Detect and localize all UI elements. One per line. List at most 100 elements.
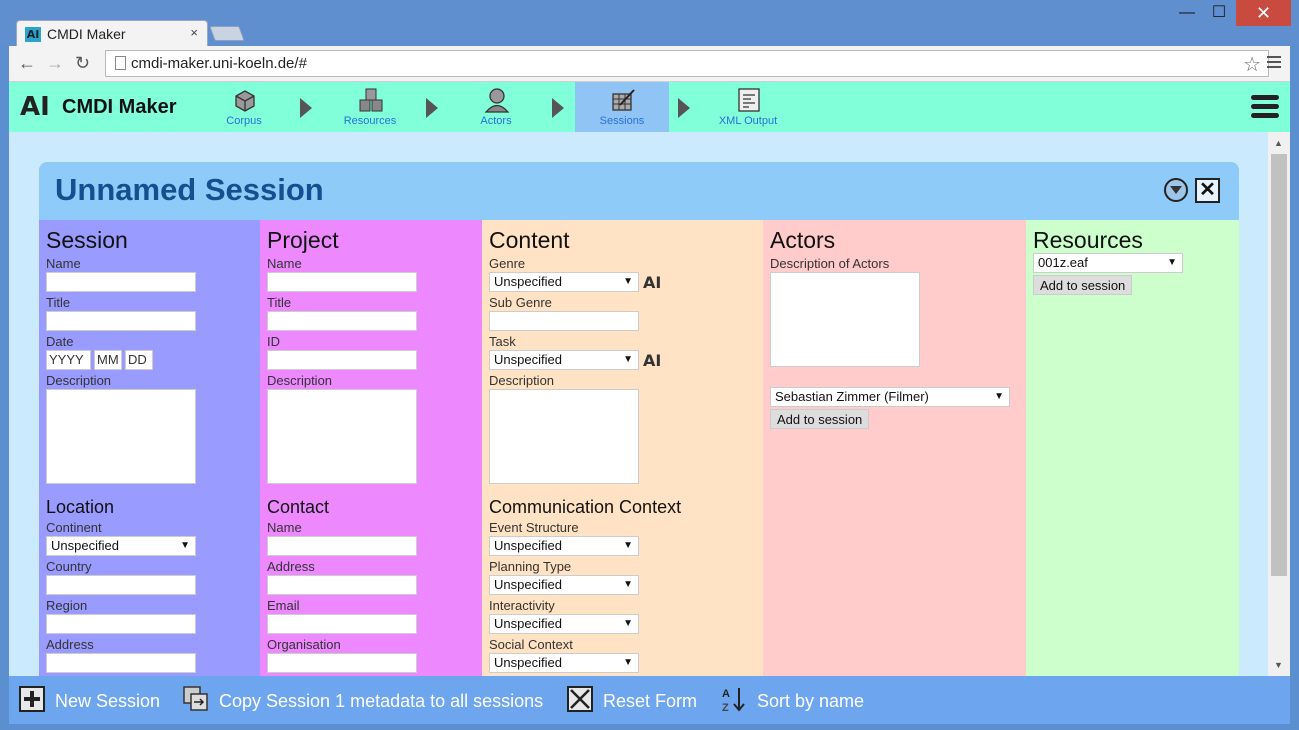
copy-icon [183, 686, 208, 711]
bookmark-star-icon[interactable]: ☆ [1243, 52, 1261, 77]
actors-heading: Actors [770, 227, 836, 253]
date-day-input[interactable]: DD [125, 350, 153, 370]
session-title-input[interactable] [46, 311, 196, 331]
nav-label: XML Output [718, 115, 778, 127]
dropdown-caret-icon: ▼ [623, 657, 633, 668]
nav-label: Sessions [599, 115, 645, 127]
tab-close-icon[interactable]: × [190, 25, 198, 40]
task-suggest-icon[interactable]: AI [643, 351, 661, 370]
window-minimize-button[interactable]: — [1170, 0, 1204, 26]
reload-icon[interactable]: ↻ [75, 53, 90, 74]
region-input[interactable] [46, 614, 196, 634]
session-name-input[interactable] [46, 272, 196, 292]
actor-select[interactable]: Sebastian Zimmer (Filmer) ▼ [770, 387, 1010, 407]
contact-name-input[interactable] [267, 536, 417, 556]
nav-arrow-icon [678, 98, 690, 118]
back-arrow-icon[interactable]: ← [18, 53, 36, 74]
app-menu-icon[interactable] [1251, 95, 1279, 122]
nav-actors[interactable]: Actors [449, 82, 543, 132]
contact-address-input[interactable] [267, 575, 417, 595]
nav-resources[interactable]: Resources [323, 82, 417, 132]
delete-session-icon[interactable]: ✕ [1195, 178, 1220, 203]
address-label: Address [46, 637, 94, 652]
vertical-scrollbar[interactable]: ▲ ▼ [1268, 132, 1290, 676]
project-name-input[interactable] [267, 272, 417, 292]
collapse-session-icon[interactable] [1164, 178, 1188, 202]
planning-type-value: Unspecified [494, 577, 562, 592]
forward-arrow-icon[interactable]: → [46, 53, 64, 74]
task-select[interactable]: Unspecified ▼ [489, 350, 639, 370]
add-actor-button[interactable]: Add to session [770, 409, 870, 429]
app-name: CMDI Maker [62, 96, 177, 118]
nav-label: Actors [480, 115, 512, 127]
contact-email-input[interactable] [267, 614, 417, 634]
session-date-fields: YYYY MM DD [46, 350, 253, 370]
continent-select[interactable]: Unspecified ▼ [46, 536, 196, 556]
interactivity-label: Interactivity [489, 598, 555, 613]
nav-corpus[interactable]: Corpus [197, 82, 291, 132]
interactivity-select[interactable]: Unspecified ▼ [489, 614, 639, 634]
svg-text:A: A [722, 688, 730, 700]
genre-value: Unspecified [494, 274, 562, 289]
dropdown-caret-icon: ▼ [623, 276, 633, 287]
reset-x-icon [567, 686, 593, 712]
planning-type-select[interactable]: Unspecified ▼ [489, 575, 639, 595]
project-description-label: Description [267, 373, 333, 388]
event-structure-label: Event Structure [489, 520, 579, 535]
contact-email-label: Email [267, 598, 300, 613]
chrome-menu-icon[interactable] [1267, 56, 1281, 71]
nav-arrow-icon [552, 98, 564, 118]
actors-description-textarea[interactable] [770, 272, 920, 367]
window-close-button[interactable]: ✕ [1236, 0, 1291, 26]
date-year-input[interactable]: YYYY [46, 350, 91, 370]
session-title-label: Title [46, 295, 71, 310]
address-bar[interactable]: cmdi-maker.uni-koeln.de/# ☆ [105, 50, 1269, 77]
dropdown-caret-icon: ▼ [623, 354, 633, 365]
genre-label: Genre [489, 256, 526, 271]
scroll-down-icon[interactable]: ▼ [1274, 660, 1283, 670]
reset-form-button[interactable]: Reset Form [567, 686, 712, 714]
sort-by-name-label: Sort by name [757, 691, 865, 711]
dropdown-caret-icon: ▼ [623, 618, 633, 629]
add-resource-button[interactable]: Add to session [1033, 275, 1133, 295]
project-title-input[interactable] [267, 311, 417, 331]
address-input[interactable] [46, 653, 196, 673]
content-description-textarea[interactable] [489, 389, 639, 484]
session-column: Session Name Title Date YYYY MM DD Descr… [39, 220, 260, 676]
dropdown-caret-icon: ▼ [994, 391, 1004, 402]
dropdown-caret-icon: ▼ [623, 540, 633, 551]
country-input[interactable] [46, 575, 196, 595]
date-month-input[interactable]: MM [94, 350, 122, 370]
genre-suggest-icon[interactable]: AI [643, 273, 661, 292]
url-text[interactable]: cmdi-maker.uni-koeln.de/# [131, 55, 307, 72]
sort-by-name-button[interactable]: AZ Sort by name [721, 686, 881, 714]
new-tab-button[interactable] [209, 26, 245, 41]
communication-context-heading: Communication Context [489, 497, 682, 517]
subgenre-label: Sub Genre [489, 295, 552, 310]
copy-metadata-button[interactable]: Copy Session 1 metadata to all sessions [183, 686, 553, 714]
session-description-textarea[interactable] [46, 389, 196, 484]
nav-arrow-icon [300, 98, 312, 118]
scroll-up-icon[interactable]: ▲ [1274, 138, 1283, 148]
actors-description-label: Description of Actors [770, 256, 890, 271]
session-header: Unnamed Session ✕ [39, 162, 1239, 220]
browser-toolbar: ← → ↻ cmdi-maker.uni-koeln.de/# ☆ [9, 46, 1290, 82]
window-maximize-button[interactable]: ☐ [1204, 0, 1234, 26]
event-structure-select[interactable]: Unspecified ▼ [489, 536, 639, 556]
genre-select[interactable]: Unspecified ▼ [489, 272, 639, 292]
new-session-button[interactable]: New Session [19, 686, 169, 714]
social-context-select[interactable]: Unspecified ▼ [489, 653, 639, 673]
scrollbar-thumb[interactable] [1271, 154, 1287, 576]
nav-xml-output[interactable]: XML Output [701, 82, 795, 132]
contact-organisation-input[interactable] [267, 653, 417, 673]
project-id-input[interactable] [267, 350, 417, 370]
continent-value: Unspecified [51, 538, 119, 553]
project-description-textarea[interactable] [267, 389, 417, 484]
resource-select[interactable]: 001z.eaf ▼ [1033, 253, 1183, 273]
browser-tab[interactable]: AI CMDI Maker × [16, 20, 208, 47]
cube-icon [235, 90, 255, 112]
social-context-value: Unspecified [494, 655, 562, 670]
subgenre-input[interactable] [489, 311, 639, 331]
nav-sessions[interactable]: Sessions [575, 82, 669, 132]
main-content: Unnamed Session ✕ Session Name Title Dat… [9, 132, 1268, 676]
